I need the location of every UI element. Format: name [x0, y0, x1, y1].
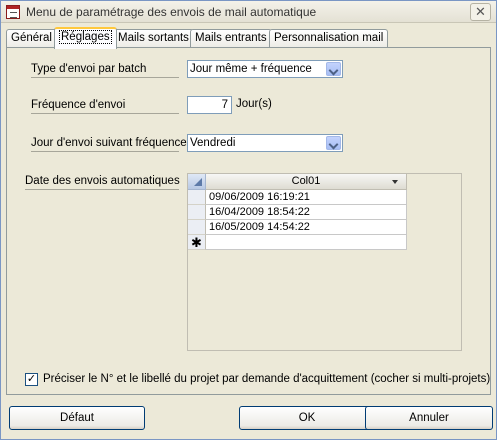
frequency-label: Fréquence d'envoi [31, 98, 179, 114]
default-button[interactable]: Défaut [9, 406, 145, 430]
cancel-button[interactable]: Annuler [365, 406, 493, 430]
dates-datasheet[interactable]: Col01 09/06/2009 16:19:21 16/04/2009 18:… [187, 173, 462, 351]
table-row[interactable]: 09/06/2009 16:19:21 [206, 190, 407, 205]
batch-type-value: Jour même + fréquence [190, 63, 312, 75]
batch-type-select[interactable]: Jour même + fréquence [187, 60, 343, 78]
table-row[interactable]: 16/04/2009 18:54:22 [206, 205, 407, 220]
select-all-icon[interactable] [188, 174, 206, 190]
batch-type-label: Type d'envoi par batch [31, 62, 179, 78]
ack-checkbox-label: Préciser le N° et le libellé du projet p… [43, 373, 491, 385]
day-select[interactable]: Vendredi [187, 134, 343, 152]
row-selector[interactable] [188, 205, 206, 220]
dates-label: Date des envois automatiques [25, 174, 180, 190]
frequency-input[interactable]: 7 [187, 96, 232, 114]
panel-content: Type d'envoi par batch Jour même + fréqu… [1, 1, 497, 441]
row-selector[interactable] [188, 220, 206, 235]
column-header-label: Col01 [291, 175, 321, 187]
chevron-down-icon[interactable] [326, 62, 341, 76]
column-header[interactable]: Col01 [206, 174, 407, 190]
frequency-unit: Jour(s) [236, 98, 272, 110]
chevron-down-icon[interactable] [326, 136, 341, 150]
new-row[interactable] [206, 235, 407, 250]
settings-window: Menu de paramétrage des envois de mail a… [0, 0, 497, 440]
day-label: Jour d'envoi suivant fréquence [31, 136, 187, 152]
table-row[interactable]: 16/05/2009 14:54:22 [206, 220, 407, 235]
dropdown-arrow-icon[interactable] [392, 180, 398, 184]
row-selector[interactable] [188, 190, 206, 205]
ok-button[interactable]: OK [239, 406, 375, 430]
ack-checkbox[interactable]: ✓ [25, 373, 38, 386]
day-value: Vendredi [190, 137, 236, 149]
new-record-icon[interactable]: ✱ [188, 235, 206, 250]
